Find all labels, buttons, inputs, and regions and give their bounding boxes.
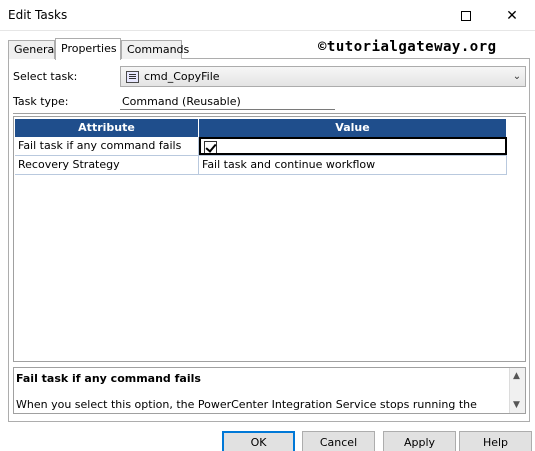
properties-grid-area: Attribute Value Fail task if any command… — [13, 116, 526, 362]
task-type-label: Task type: — [13, 95, 69, 108]
window-title: Edit Tasks — [8, 8, 68, 22]
attribute-cell: Recovery Strategy — [15, 156, 199, 174]
recovery-strategy-value[interactable]: Fail task and continue workflow — [199, 156, 507, 174]
command-task-icon — [126, 70, 139, 83]
description-title: Fail task if any command fails — [16, 372, 201, 385]
scroll-down-icon[interactable]: ▼ — [513, 400, 520, 410]
fail-task-checkbox[interactable] — [204, 141, 217, 153]
value-column-header: Value — [199, 119, 507, 137]
value-cell[interactable] — [199, 137, 507, 155]
ok-button[interactable]: OK — [222, 431, 295, 451]
select-task-value: cmd_CopyFile — [144, 70, 220, 83]
table-row[interactable]: Fail task if any command fails — [15, 137, 507, 156]
close-icon: ✕ — [506, 7, 518, 24]
description-text: When you select this option, the PowerCe… — [16, 398, 490, 413]
divider — [13, 113, 526, 114]
chevron-down-icon: ⌄ — [512, 71, 522, 82]
watermark: ©tutorialgateway.org — [318, 39, 497, 55]
select-task-label: Select task: — [13, 70, 78, 83]
tab-general[interactable]: General — [8, 40, 57, 59]
properties-grid: Attribute Value Fail task if any command… — [15, 119, 507, 175]
select-task-dropdown[interactable]: cmd_CopyFile ⌄ — [120, 66, 526, 87]
maximize-button[interactable] — [443, 0, 489, 31]
attribute-column-header: Attribute — [15, 119, 199, 137]
tab-properties[interactable]: Properties — [55, 38, 121, 60]
tab-commands[interactable]: Commands — [121, 40, 189, 59]
scroll-up-icon[interactable]: ▲ — [513, 371, 520, 381]
help-button[interactable]: Help — [459, 431, 532, 451]
close-button[interactable]: ✕ — [489, 0, 535, 31]
grid-header: Attribute Value — [15, 119, 507, 137]
task-type-value: Command (Reusable) — [120, 93, 335, 110]
description-scrollbar[interactable]: ▲ ▼ — [509, 368, 525, 413]
attribute-cell: Fail task if any command fails — [15, 137, 199, 155]
maximize-icon — [461, 10, 471, 21]
apply-button[interactable]: Apply — [383, 431, 456, 451]
cancel-button[interactable]: Cancel — [302, 431, 375, 451]
title-bar: Edit Tasks ✕ — [0, 0, 535, 31]
table-row[interactable]: Recovery Strategy Fail task and continue… — [15, 156, 507, 175]
description-box: Fail task if any command fails When you … — [13, 367, 526, 414]
